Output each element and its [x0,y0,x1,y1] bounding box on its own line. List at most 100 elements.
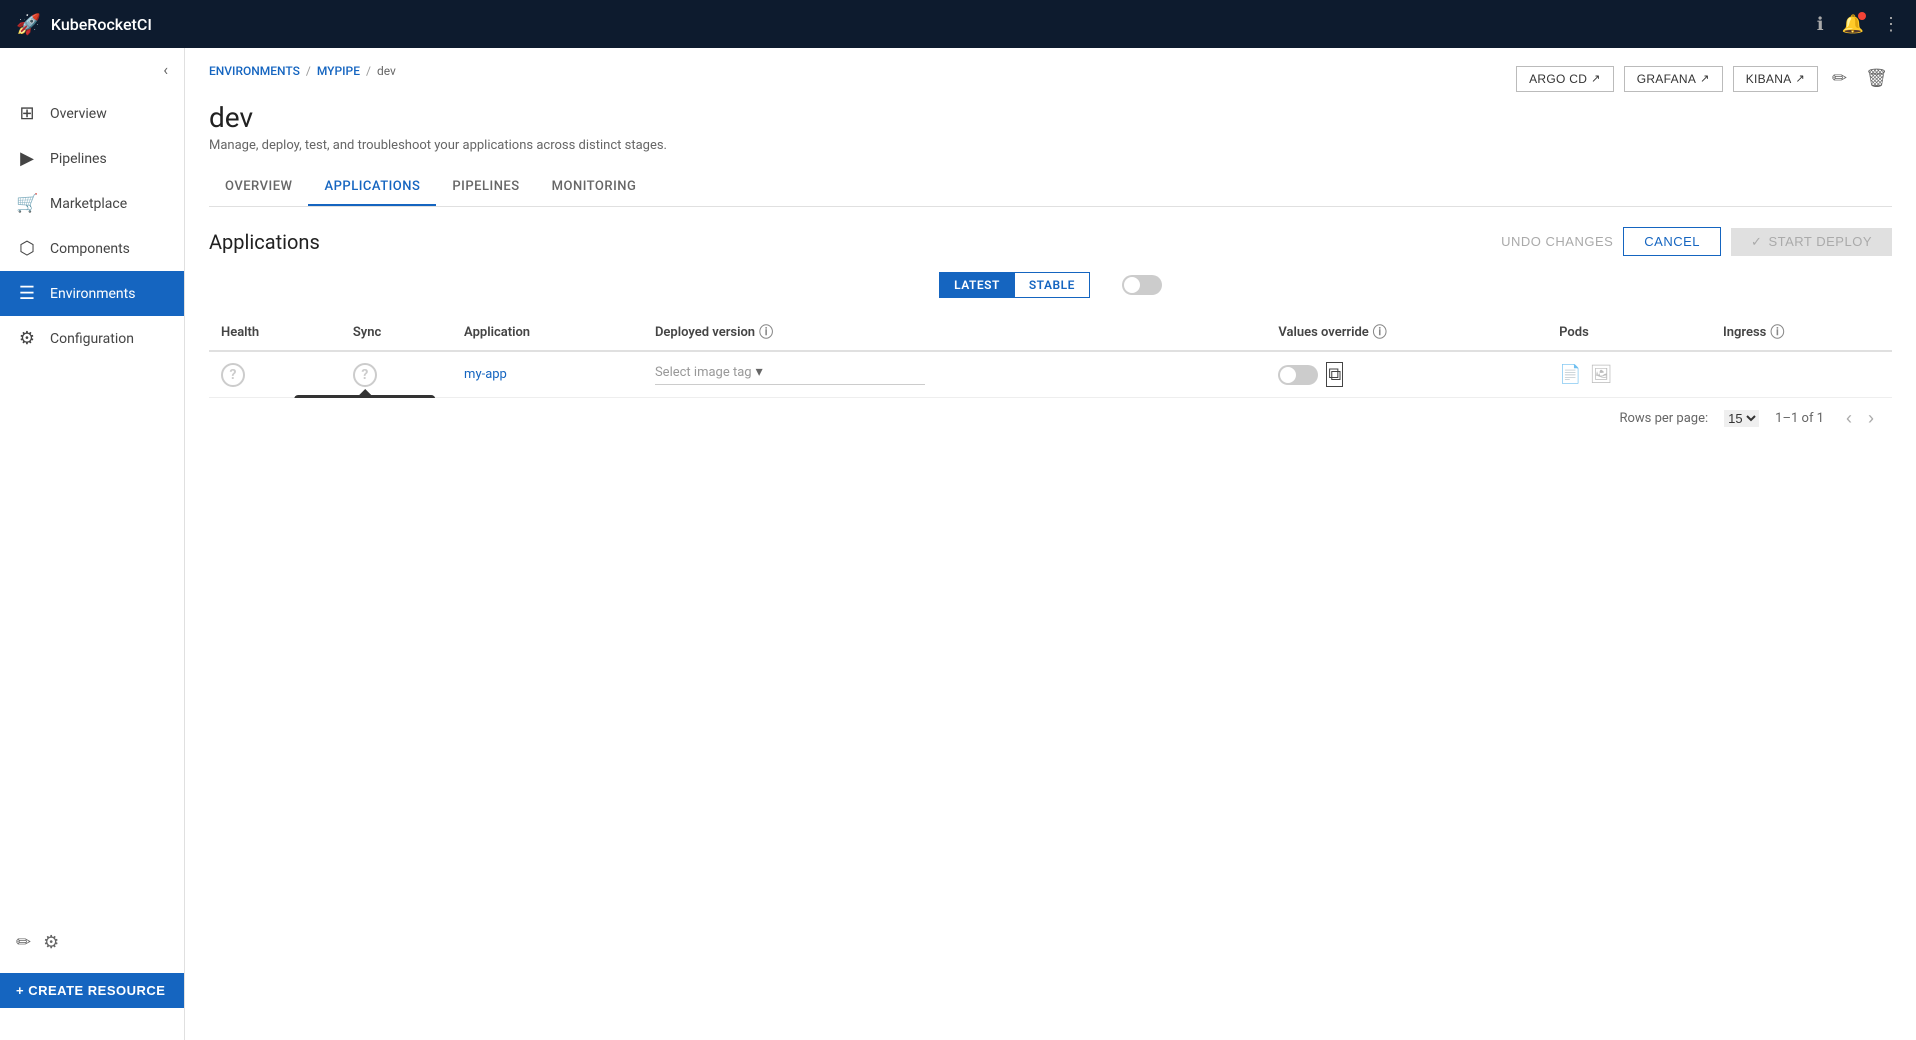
kibana-button[interactable]: KIBANA ↗ [1733,66,1818,92]
table-body: ? ? Sync status: Unknown my-app [209,351,1892,398]
overview-icon: ⊞ [16,103,38,124]
page-subtitle: Manage, deploy, test, and troubleshoot y… [185,138,1916,153]
checkmark-icon: ✓ [1751,234,1762,250]
settings-icon[interactable]: ⚙ [43,932,59,953]
sidebar: ‹ ⊞ Overview ▶ Pipelines 🛒 Marketplace ⬡… [0,48,185,1040]
sidebar-item-components[interactable]: ⬡ Components [0,226,184,271]
pagination-next[interactable]: › [1862,406,1880,431]
breadcrumb-environments[interactable]: ENVIRONMENTS [209,64,300,78]
values-override-info-icon[interactable]: ⓘ [1373,322,1387,342]
undo-changes-button[interactable]: UNDO CHANGES [1501,234,1613,249]
applications-table: Health Sync Application Deployed version… [209,314,1892,398]
tab-applications[interactable]: APPLICATIONS [308,169,436,206]
cancel-button[interactable]: CANCEL [1623,227,1721,256]
sync-icon[interactable]: ? [353,363,377,387]
sidebar-item-pipelines[interactable]: ▶ Pipelines [0,136,184,181]
rows-per-page-select[interactable]: 15 [1724,410,1759,427]
environments-icon: ☰ [16,283,38,304]
col-ingress: Ingress ⓘ [1711,314,1892,351]
applications-title: Applications [209,230,320,254]
filter-row: LATEST STABLE [209,272,1892,298]
pagination-nav: ‹ › [1840,406,1880,431]
values-override-toggle[interactable] [1278,365,1318,385]
pagination: Rows per page: 15 1–1 of 1 ‹ › [209,398,1892,439]
filter-toggle [1122,275,1162,295]
tabs: OVERVIEW APPLICATIONS PIPELINES MONITORI… [209,169,1892,207]
tab-monitoring[interactable]: MONITORING [536,169,653,206]
ingress-info-icon[interactable]: ⓘ [1770,322,1784,342]
values-override-cell: ⧉ [1266,351,1547,398]
app-title: KubeRocketCI [51,15,152,34]
image-tag-select[interactable]: Select image tag ▾ [655,364,925,385]
grafana-external-icon: ↗ [1700,72,1710,85]
deployed-version-cell: Select image tag ▾ [643,351,1266,398]
bell-icon[interactable]: 🔔 [1842,14,1864,35]
table: Health Sync Application Deployed version… [209,314,1892,398]
sidebar-bottom: ✏ ⚙ [0,920,184,965]
grafana-button[interactable]: GRAFANA ↗ [1624,66,1723,92]
breadcrumb-mypipe[interactable]: MYPIPE [317,64,360,78]
toggle-switch[interactable] [1122,275,1162,295]
open-values-icon[interactable]: ⧉ [1326,362,1343,387]
main-layout: ‹ ⊞ Overview ▶ Pipelines 🛒 Marketplace ⬡… [0,48,1916,1040]
header-right: ℹ 🔔 ⋮ [1817,14,1900,35]
tab-overview[interactable]: OVERVIEW [209,169,308,206]
sidebar-toggle[interactable]: ‹ [0,48,184,91]
header-actions: ARGO CD ↗ GRAFANA ↗ KIBANA ↗ ✏ 🗑 [1516,64,1892,93]
sidebar-item-label: Configuration [50,331,134,347]
image-tag-placeholder: Select image tag [655,365,752,380]
create-resource-button[interactable]: + CREATE RESOURCE [0,973,184,1008]
edit-page-button[interactable]: ✏ [1828,64,1851,93]
col-pods: Pods [1547,314,1711,351]
table-header: Health Sync Application Deployed version… [209,314,1892,351]
sync-cell: ? Sync status: Unknown [341,351,452,398]
pagination-prev[interactable]: ‹ [1840,406,1858,431]
col-health: Health [209,314,341,351]
sidebar-item-configuration[interactable]: ⚙ Configuration [0,316,184,361]
col-values-override: Values override ⓘ [1266,314,1547,351]
filter-stable[interactable]: STABLE [1015,273,1089,297]
content-area: ENVIRONMENTS / MYPIPE / dev ARGO CD ↗ GR… [185,48,1916,1040]
kibana-external-icon: ↗ [1796,72,1806,85]
col-application: Application [452,314,643,351]
page-title: dev [209,101,1892,134]
sync-wrapper: ? Sync status: Unknown [353,363,377,387]
start-deploy-label: START DEPLOY [1768,234,1872,249]
breadcrumb-dev: dev [377,64,396,78]
rows-per-page-label: Rows per page: [1619,411,1708,426]
argo-cd-button[interactable]: ARGO CD ↗ [1516,66,1614,92]
more-icon[interactable]: ⋮ [1882,14,1900,35]
sidebar-item-environments[interactable]: ☰ Environments [0,271,184,316]
section-header: Applications UNDO CHANGES CANCEL ✓ START… [209,227,1892,256]
argo-cd-label: ARGO CD [1529,72,1587,86]
create-resource-label: + CREATE RESOURCE [16,983,165,998]
page-header: dev [185,93,1916,134]
logo-icon: 🚀 [16,12,41,36]
edit-icon[interactable]: ✏ [16,932,31,953]
tab-pipelines[interactable]: PIPELINES [436,169,535,206]
app-link[interactable]: my-app [464,367,507,382]
health-cell: ? [209,351,341,398]
kibana-label: KIBANA [1746,72,1792,86]
breadcrumb-sep-2: / [366,64,371,78]
sidebar-item-label: Environments [50,286,135,302]
sidebar-item-overview[interactable]: ⊞ Overview [0,91,184,136]
pod-img-icon[interactable]: 🖼 [1590,364,1613,385]
filter-latest[interactable]: LATEST [940,273,1015,297]
deployed-version-info-icon[interactable]: ⓘ [759,322,773,342]
sidebar-item-label: Overview [50,106,107,122]
pagination-range: 1–1 of 1 [1775,411,1824,426]
sidebar-item-label: Components [50,241,130,257]
breadcrumb: ENVIRONMENTS / MYPIPE / dev [209,64,396,78]
info-icon[interactable]: ℹ [1817,14,1824,35]
health-icon: ? [221,363,245,387]
sidebar-item-marketplace[interactable]: 🛒 Marketplace [0,181,184,226]
delete-page-button[interactable]: 🗑 [1861,64,1892,93]
sync-tooltip: Sync status: Unknown [294,395,436,399]
col-sync: Sync [341,314,452,351]
section-actions: UNDO CHANGES CANCEL ✓ START DEPLOY [1501,227,1892,256]
col-deployed-version: Deployed version ⓘ [643,314,1266,351]
components-icon: ⬡ [16,238,38,259]
pod-doc-icon[interactable]: 📄 [1559,364,1581,385]
argo-cd-external-icon: ↗ [1591,72,1601,85]
